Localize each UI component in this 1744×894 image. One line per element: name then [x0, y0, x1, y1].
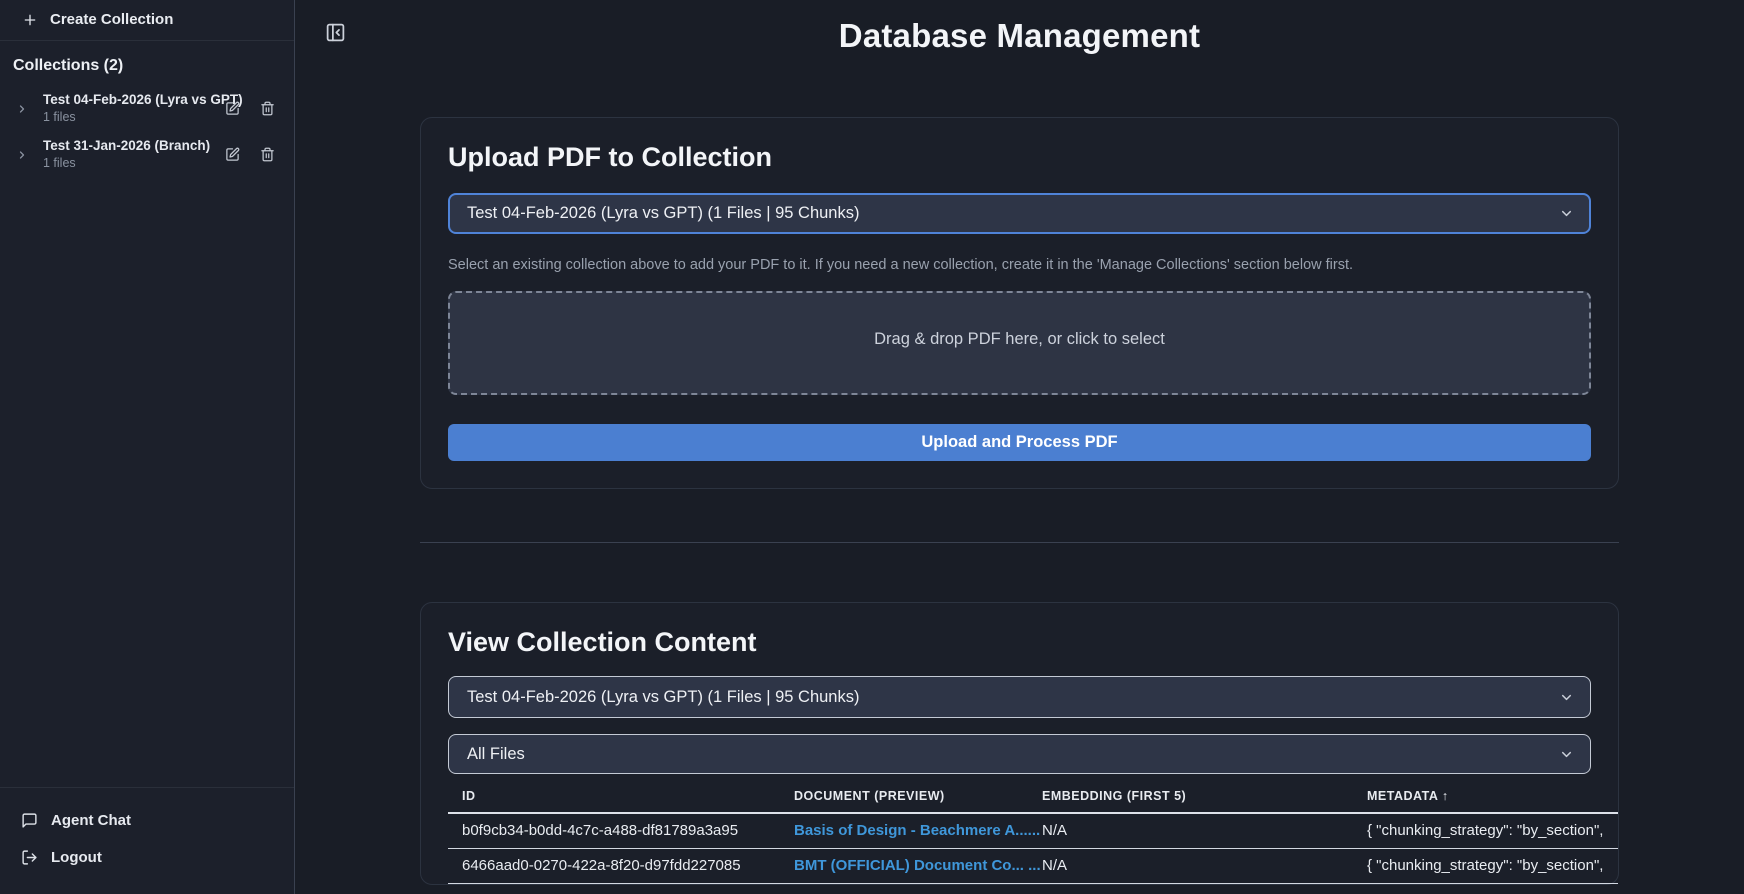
document-preview-link[interactable]: BMT (OFFICIAL) Document Co... ...: [794, 857, 1041, 874]
cell-id: 6466aad0-0270-422a-8f20-d97fdd227085: [448, 848, 794, 884]
upload-collection-select[interactable]: Test 04-Feb-2026 (Lyra vs GPT) (1 Files …: [448, 193, 1591, 234]
table-row: 6466aad0-0270-422a-8f20-d97fdd227085 BMT…: [448, 848, 1618, 884]
view-collection-select[interactable]: Test 04-Feb-2026 (Lyra vs GPT) (1 Files …: [448, 676, 1591, 718]
view-collection-card: View Collection Content Test 04-Feb-2026…: [420, 602, 1619, 885]
table-row: b0f9cb34-b0dd-4c7c-a488-df81789a3a95 Bas…: [448, 813, 1618, 849]
collection-item[interactable]: Test 04-Feb-2026 (Lyra vs GPT) 1 files: [0, 85, 294, 131]
column-header-embedding[interactable]: EMBEDDING (FIRST 5): [1042, 789, 1367, 814]
upload-helper-text: Select an existing collection above to a…: [448, 257, 1354, 273]
upload-heading: Upload PDF to Collection: [448, 142, 772, 172]
column-header-id[interactable]: ID: [448, 789, 794, 814]
file-filter-select[interactable]: All Files: [448, 734, 1591, 774]
chevron-right-icon[interactable]: [16, 149, 28, 161]
collections-heading: Collections (2): [13, 57, 124, 74]
chevron-down-icon: [1559, 747, 1574, 762]
cell-metadata: { "chunking_strategy": "by_section",: [1367, 813, 1618, 849]
trash-icon[interactable]: [257, 144, 278, 165]
column-header-document[interactable]: DOCUMENT (PREVIEW): [794, 789, 1042, 814]
sidebar: Create Collection Collections (2) Test 0…: [0, 0, 295, 894]
dropzone-text: Drag & drop PDF here, or click to select: [874, 330, 1165, 348]
logout-label: Logout: [51, 849, 102, 866]
collapse-sidebar-icon[interactable]: [322, 19, 348, 45]
column-header-metadata[interactable]: METADATA ↑: [1367, 789, 1618, 814]
view-heading: View Collection Content: [448, 627, 757, 657]
chevron-down-icon: [1559, 690, 1574, 705]
edit-icon[interactable]: [222, 98, 243, 119]
cell-embedding: N/A: [1042, 813, 1367, 849]
trash-icon[interactable]: [257, 98, 278, 119]
create-collection-button[interactable]: Create Collection: [0, 0, 294, 41]
pdf-dropzone[interactable]: Drag & drop PDF here, or click to select: [448, 291, 1591, 395]
plus-icon: [22, 12, 38, 28]
chevron-right-icon[interactable]: [16, 103, 28, 115]
collection-file-count: 1 files: [43, 110, 76, 124]
chevron-down-icon: [1559, 206, 1574, 221]
logout-icon: [21, 849, 38, 866]
cell-metadata: { "chunking_strategy": "by_section",: [1367, 848, 1618, 884]
upload-card: Upload PDF to Collection Test 04-Feb-202…: [420, 117, 1619, 489]
section-divider: [420, 542, 1619, 543]
edit-icon[interactable]: [222, 144, 243, 165]
agent-chat-button[interactable]: Agent Chat: [0, 802, 294, 839]
collection-name[interactable]: Test 04-Feb-2026 (Lyra vs GPT): [43, 92, 243, 107]
agent-chat-label: Agent Chat: [51, 812, 131, 829]
cell-embedding: N/A: [1042, 848, 1367, 884]
chat-icon: [21, 812, 38, 829]
collection-item[interactable]: Test 31-Jan-2026 (Branch) 1 files: [0, 131, 294, 177]
page-title: Database Management: [838, 17, 1201, 54]
logout-button[interactable]: Logout: [0, 839, 294, 876]
create-collection-label: Create Collection: [50, 11, 174, 28]
upload-collection-select-value: Test 04-Feb-2026 (Lyra vs GPT) (1 Files …: [467, 204, 860, 222]
collection-file-count: 1 files: [43, 156, 76, 170]
view-collection-select-value: Test 04-Feb-2026 (Lyra vs GPT) (1 Files …: [467, 687, 860, 706]
file-filter-select-value: All Files: [467, 744, 525, 763]
collection-name[interactable]: Test 31-Jan-2026 (Branch): [43, 138, 216, 153]
upload-process-button[interactable]: Upload and Process PDF: [448, 424, 1591, 461]
main-content: Database Management Upload PDF to Collec…: [295, 0, 1744, 894]
collection-content-table: ID DOCUMENT (PREVIEW) EMBEDDING (FIRST 5…: [448, 789, 1618, 884]
document-preview-link[interactable]: Basis of Design - Beachmere A......: [794, 822, 1040, 839]
cell-id: b0f9cb34-b0dd-4c7c-a488-df81789a3a95: [448, 813, 794, 849]
